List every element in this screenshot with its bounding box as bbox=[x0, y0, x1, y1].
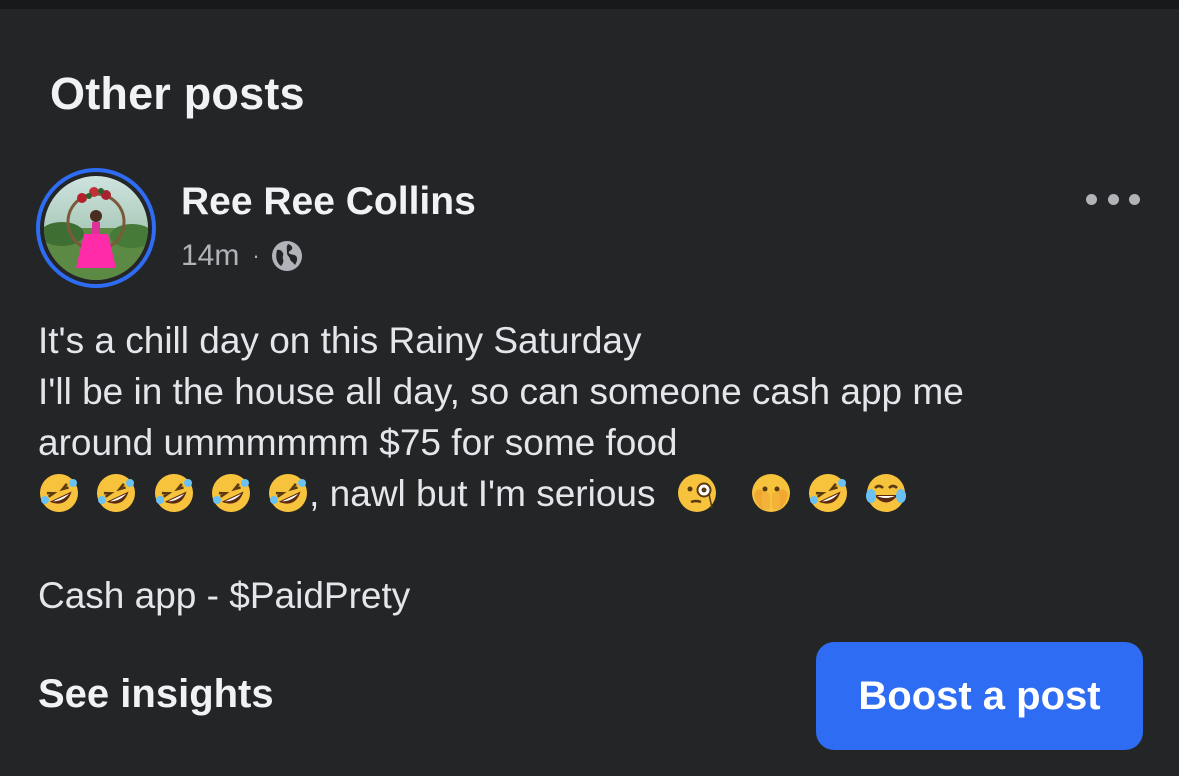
post-line: I'll be in the house all day, so can som… bbox=[38, 371, 964, 412]
top-divider-strip bbox=[0, 0, 1179, 9]
boost-post-button[interactable]: Boost a post bbox=[816, 642, 1143, 750]
more-dot bbox=[1129, 193, 1140, 205]
post-timestamp[interactable]: 14m bbox=[181, 239, 239, 273]
post-author-name[interactable]: Ree Ree Collins bbox=[181, 180, 476, 224]
post-emoji-line: , nawl but I'm serious bbox=[38, 468, 1148, 519]
post-body: It's a chill day on this Rainy Saturday … bbox=[38, 315, 1148, 621]
post-line: It's a chill day on this Rainy Saturday bbox=[38, 320, 642, 361]
rofl-emoji-icon bbox=[97, 474, 136, 512]
peeking-eye-emoji-icon bbox=[752, 474, 791, 512]
rofl-emoji-icon bbox=[40, 474, 78, 512]
cashapp-line: Cash app - $PaidPrety bbox=[38, 575, 411, 616]
tears-of-joy-emoji-icon bbox=[865, 474, 906, 512]
more-dot bbox=[1086, 193, 1097, 205]
post-emoji-line-text: , nawl but I'm serious bbox=[309, 473, 666, 514]
meta-separator: · bbox=[252, 243, 260, 268]
post-line: around ummmmmm $75 for some food bbox=[38, 422, 678, 463]
more-dot bbox=[1107, 193, 1119, 205]
section-title: Other posts bbox=[50, 68, 305, 119]
avatar[interactable] bbox=[44, 176, 148, 280]
rofl-emoji-icon bbox=[154, 474, 193, 512]
rofl-emoji-icon bbox=[269, 474, 308, 512]
globe-icon bbox=[271, 240, 303, 272]
monocle-face-emoji-icon bbox=[677, 474, 716, 512]
rofl-emoji-icon bbox=[211, 474, 250, 512]
more-options-icon[interactable] bbox=[1086, 186, 1140, 212]
post-meta: 14m · bbox=[181, 239, 303, 273]
rofl-emoji-icon bbox=[809, 474, 848, 512]
see-insights-link[interactable]: See insights bbox=[38, 672, 274, 717]
